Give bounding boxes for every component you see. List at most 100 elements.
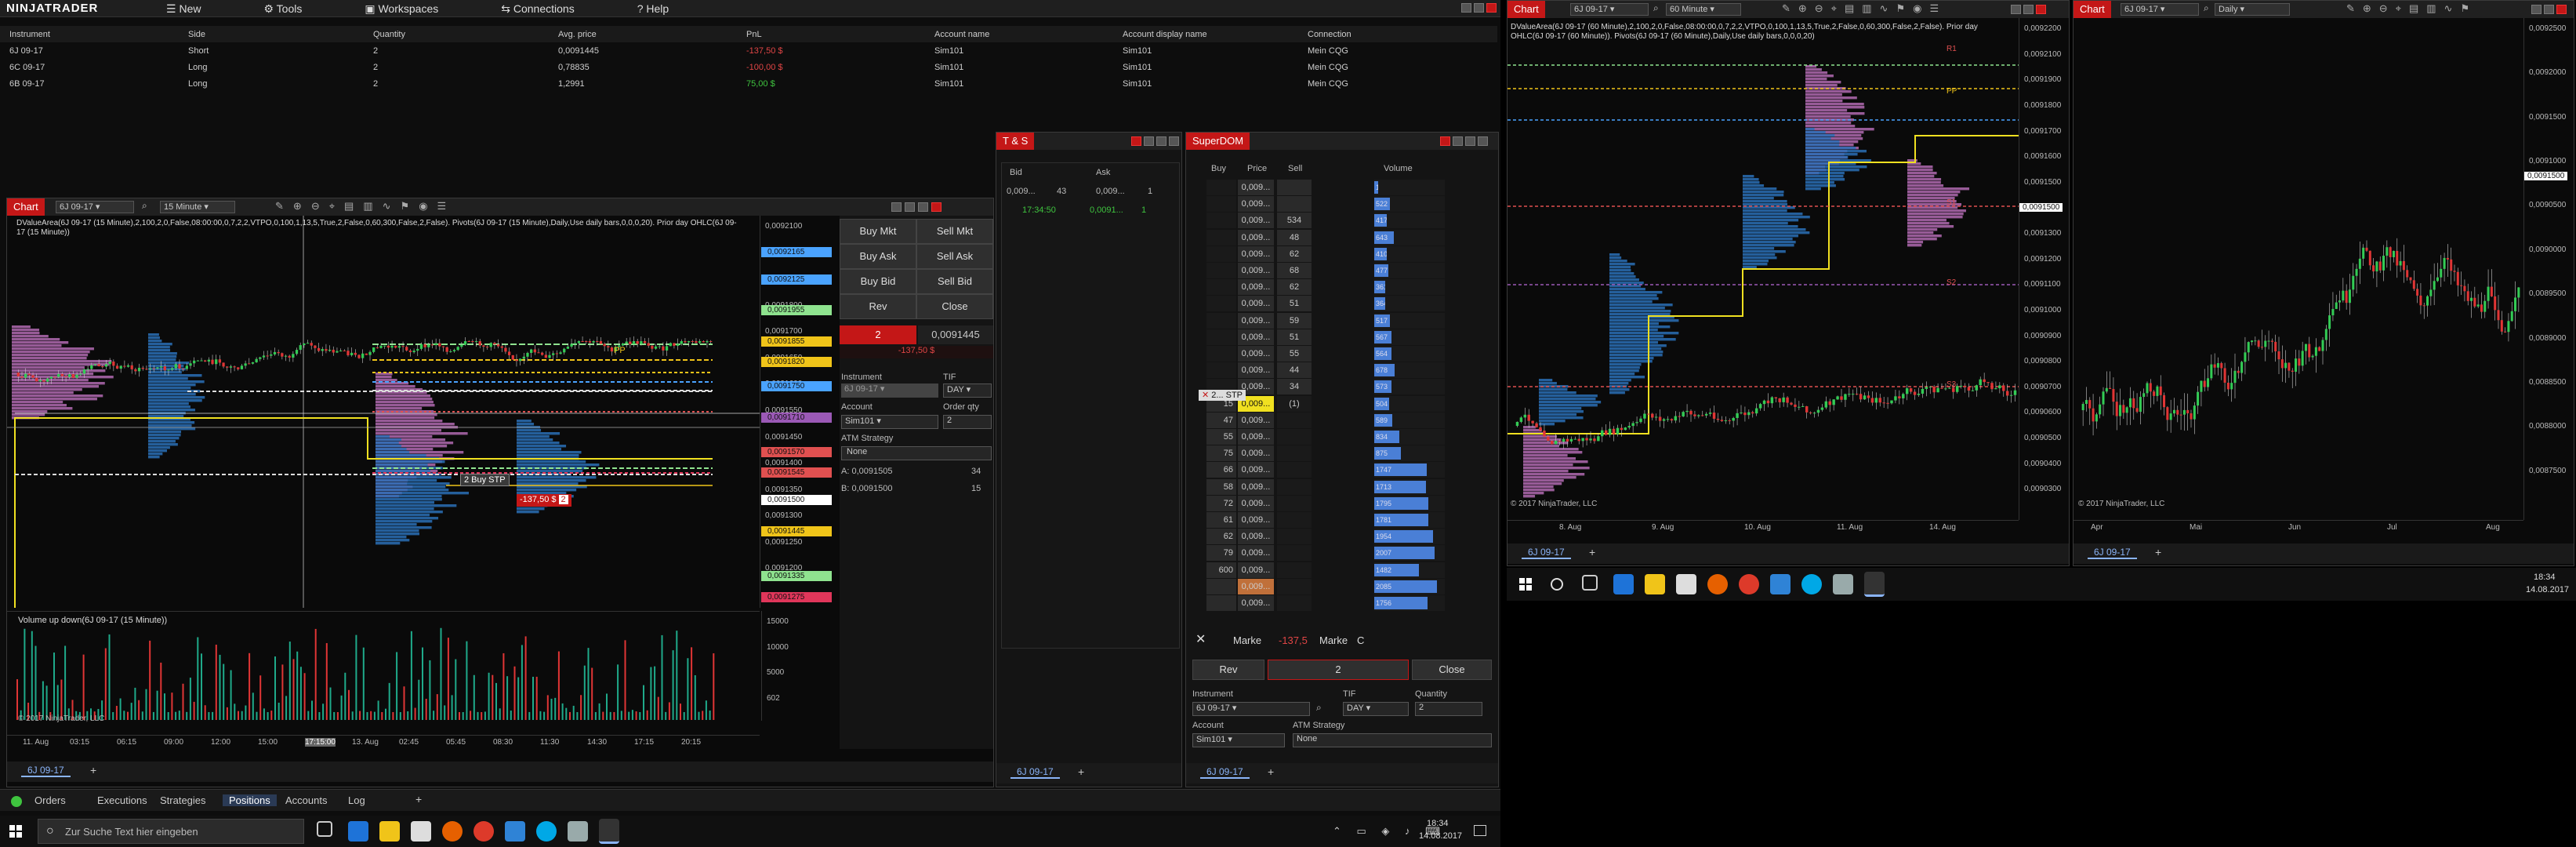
buy-ask-button[interactable]: Buy Ask (840, 244, 916, 269)
chart3-tab[interactable]: 6J 09-17 (2088, 547, 2137, 559)
dom-buy-cell[interactable] (1206, 296, 1236, 312)
chart2-plot[interactable]: R1 PP S1 S2 S3 (1508, 18, 2019, 520)
dom-buy-cell[interactable] (1206, 362, 1236, 379)
dom-buy-cell[interactable] (1206, 346, 1236, 362)
dom-sell-cell[interactable]: 55 (1277, 346, 1312, 362)
dom-price-cell[interactable]: 0,009... (1238, 362, 1274, 379)
dom-sell-cell[interactable] (1277, 445, 1312, 462)
dom-maximize[interactable] (1465, 136, 1475, 146)
dom-buy-cell[interactable]: 75 (1206, 445, 1236, 462)
dom-close[interactable] (1478, 136, 1488, 146)
dom-buy-cell[interactable] (1206, 329, 1236, 345)
dom-price-cell[interactable]: 0,009... (1238, 529, 1274, 545)
sell-ask-button[interactable]: Sell Ask (916, 244, 993, 269)
dom-sell-cell[interactable] (1277, 462, 1312, 478)
dom-sell-cell[interactable]: 48 (1277, 229, 1312, 245)
chrome-icon-2[interactable] (1739, 574, 1759, 594)
menu-tools[interactable]: ⚙ Tools (263, 2, 322, 16)
menu-new[interactable]: ☰ New (166, 2, 221, 16)
store-icon-2[interactable] (1676, 574, 1696, 594)
ct-instrument-select[interactable]: 6J 09-17 ▾ (841, 384, 938, 398)
interval-selector[interactable]: 15 Minute ▾ (160, 201, 235, 213)
dom-sell-cell[interactable] (1277, 595, 1312, 611)
edge-icon[interactable] (348, 821, 368, 842)
bottom-tab-strategies[interactable]: Strategies (160, 794, 206, 806)
dom-sell-cell[interactable]: 59 (1277, 312, 1312, 329)
dom-buy-cell[interactable] (1206, 229, 1236, 245)
bottom-tab-log[interactable]: Log (348, 794, 365, 806)
dom-sell-cell[interactable]: 51 (1277, 329, 1312, 345)
dom-minimize[interactable] (1453, 136, 1463, 146)
chart2-tools[interactable]: ✎⊕⊖⌖▤▥∿⚑◉☰ (1782, 2, 1947, 15)
explorer-icon-2[interactable] (1645, 574, 1665, 594)
chart1-maximize[interactable] (918, 202, 928, 212)
dom-sell-cell[interactable]: 34 (1277, 379, 1312, 395)
cortana-icon[interactable] (1551, 578, 1563, 591)
add-bottom-tab[interactable]: + (415, 793, 422, 805)
chart2-minimize[interactable] (2011, 5, 2021, 14)
ct-account-select[interactable]: Sim101 ▾ (841, 415, 938, 429)
menu-connections[interactable]: ⇆ Connections (501, 2, 594, 16)
menu-help[interactable]: ? Help (637, 2, 689, 16)
dom-price-cell[interactable]: 0,009... (1238, 478, 1274, 495)
chart2-instrument-selector[interactable]: 6J 09-17 ▾ (1570, 3, 1649, 16)
chart1-plot[interactable] (7, 216, 760, 608)
dom-sell-cell[interactable] (1277, 412, 1312, 428)
ts-maximize[interactable] (1156, 136, 1166, 146)
dom-buy-cell[interactable] (1206, 279, 1236, 296)
dom-sell-cell[interactable] (1277, 529, 1312, 545)
dom-reverse-button[interactable]: Rev (1192, 660, 1264, 680)
chart3-close[interactable] (2556, 5, 2567, 14)
header-avg-price[interactable]: Avg. price (558, 26, 746, 42)
instrument-selector[interactable]: 6J 09-17 ▾ (56, 201, 134, 213)
start-icon[interactable] (9, 825, 22, 838)
notification-icon[interactable] (1474, 825, 1486, 836)
ts-add-tab[interactable]: + (1078, 765, 1084, 778)
dom-buy-cell[interactable] (1206, 595, 1236, 611)
dom-price-cell[interactable]: 0,009... (1238, 329, 1274, 345)
dom-buy-cell[interactable]: 79 (1206, 545, 1236, 562)
dom-sell-cell[interactable]: 62 (1277, 279, 1312, 296)
dom-buy-cell[interactable]: 55 (1206, 429, 1236, 445)
dom-price-cell[interactable]: 0,009... (1238, 445, 1274, 462)
buy-bid-button[interactable]: Buy Bid (840, 269, 916, 294)
sell-market-button[interactable]: Sell Mkt (916, 219, 993, 244)
dom-stop-order[interactable]: ✕ 2... STP (1199, 390, 1246, 401)
task-view-icon[interactable] (317, 821, 332, 837)
header-account-name[interactable]: Account name (934, 26, 1123, 42)
dom-sell-cell[interactable] (1277, 429, 1312, 445)
dom-price-cell[interactable]: 0,009... (1238, 346, 1274, 362)
dom-tif-select[interactable]: DAY ▾ (1343, 702, 1409, 716)
explorer-icon[interactable] (379, 821, 400, 842)
dom-search-icon[interactable]: ⌕ (1316, 702, 1322, 714)
position-row[interactable]: 6C 09-17 Long 2 0,78835 -100,00 $ Sim101 Sim10… (0, 59, 1497, 75)
dom-add-tab[interactable]: + (1268, 765, 1274, 778)
dom-buy-cell[interactable]: 62 (1206, 529, 1236, 545)
dom-buy-cell[interactable] (1206, 578, 1236, 594)
dom-sell-cell[interactable] (1277, 512, 1312, 528)
dom-price-cell[interactable]: 0,009... (1238, 578, 1274, 594)
ct-tif-select[interactable]: DAY ▾ (943, 384, 992, 398)
dom-tab[interactable]: 6J 09-17 (1200, 766, 1250, 779)
reverse-button[interactable]: Rev (840, 294, 916, 319)
app-blue-icon-2[interactable] (1770, 574, 1791, 594)
dom-buy-cell[interactable]: 58 (1206, 478, 1236, 495)
position-pnl-label[interactable]: -137,50 $ 2 (517, 494, 571, 507)
chart3-add-tab[interactable]: + (2155, 546, 2161, 558)
ts-minimize[interactable] (1144, 136, 1154, 146)
dom-quantity-input[interactable]: 2 (1415, 702, 1482, 716)
dom-buy-cell[interactable] (1206, 180, 1236, 195)
edge-icon-2[interactable] (1613, 574, 1634, 594)
dom-price-cell[interactable]: 0,009... (1238, 245, 1274, 262)
chart3-tools[interactable]: ✎⊕⊖⌖▤▥∿⚑ (2346, 2, 2477, 15)
bar-style-icon[interactable]: ▥ (363, 200, 372, 213)
firefox-icon[interactable] (442, 821, 463, 842)
dom-sell-cell[interactable] (1277, 196, 1312, 213)
bottom-tab-accounts[interactable]: Accounts (285, 794, 327, 806)
dom-market-left[interactable]: Marke (1233, 634, 1261, 646)
bottom-tab-executions[interactable]: Executions (97, 794, 147, 806)
list-icon[interactable]: ☰ (437, 200, 447, 213)
dom-sell-cell[interactable] (1277, 180, 1312, 195)
header-pnl[interactable]: PnL (746, 26, 934, 42)
close-position-button[interactable]: Close (916, 294, 993, 319)
